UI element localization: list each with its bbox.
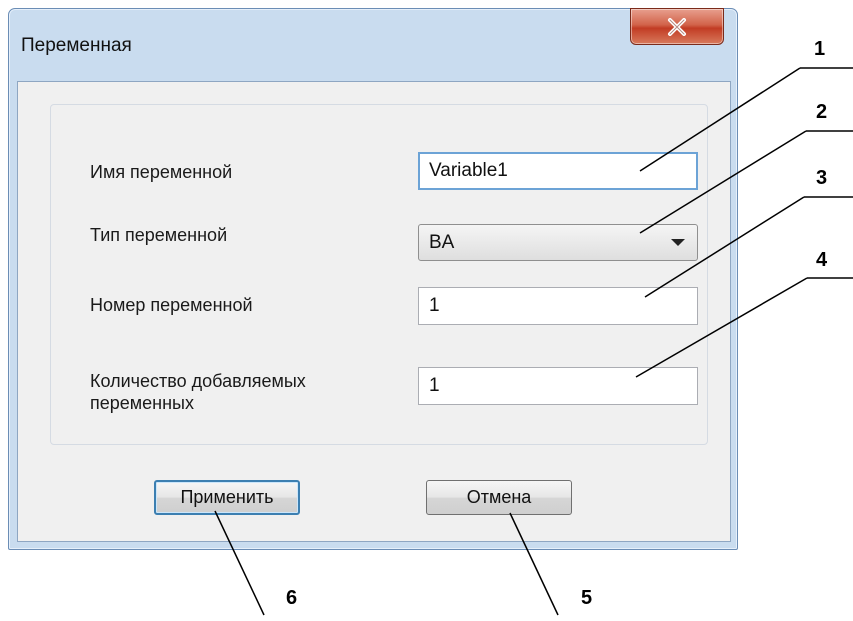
callout-6: 6 xyxy=(286,587,298,609)
callout-1: 1 xyxy=(814,38,826,60)
callout-3: 3 xyxy=(816,167,828,189)
callout-lines xyxy=(214,67,853,616)
callout-5: 5 xyxy=(581,587,593,609)
callout-line-2 xyxy=(639,130,807,234)
callout-line-3 xyxy=(644,196,805,298)
callout-line-1 xyxy=(639,67,801,172)
callout-2: 2 xyxy=(816,101,828,123)
callout-line-5 xyxy=(509,512,559,616)
callout-line-4 xyxy=(635,277,808,378)
callout-4: 4 xyxy=(816,249,828,271)
callout-line-6 xyxy=(214,510,265,616)
